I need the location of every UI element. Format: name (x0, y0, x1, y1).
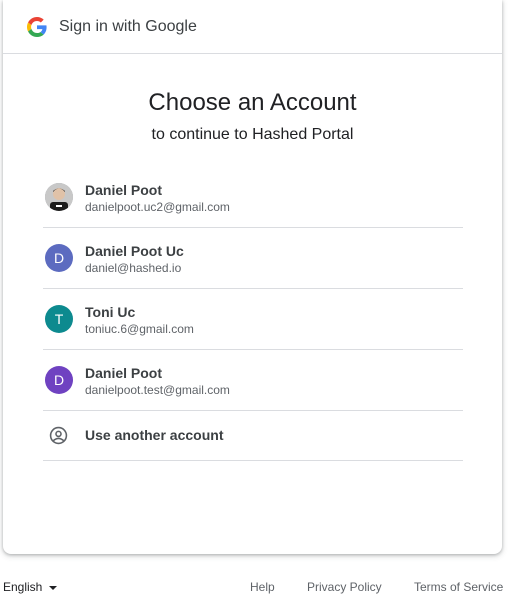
privacy-policy-link[interactable]: Privacy Policy (307, 580, 382, 594)
account-name: Daniel Poot Uc (85, 243, 184, 259)
profile-photo-icon (45, 183, 73, 211)
account-list: Daniel Poot danielpoot.uc2@gmail.com D D… (43, 167, 463, 461)
account-email: toniuc.6@gmail.com (85, 322, 194, 336)
header-title: Sign in with Google (59, 18, 197, 35)
header: Sign in with Google (3, 0, 502, 54)
footer: English Help Privacy Policy Terms of Ser… (0, 578, 511, 598)
page-title: Choose an Account (148, 89, 357, 116)
chevron-down-icon[interactable] (49, 586, 57, 590)
use-another-account-button[interactable]: Use another account (43, 411, 463, 461)
account-email: danielpoot.uc2@gmail.com (85, 200, 230, 214)
account-name: Daniel Poot (85, 182, 163, 198)
account-row[interactable]: D Daniel Poot danielpoot.test@gmail.com (43, 350, 463, 411)
use-another-account-label: Use another account (85, 427, 224, 443)
account-circle-icon (49, 426, 68, 445)
account-row[interactable]: D Daniel Poot Uc daniel@hashed.io (43, 228, 463, 289)
avatar: T (45, 305, 73, 333)
account-row[interactable]: Daniel Poot danielpoot.uc2@gmail.com (43, 167, 463, 228)
account-row[interactable]: T Toni Uc toniuc.6@gmail.com (43, 289, 463, 350)
account-email: daniel@hashed.io (85, 261, 182, 275)
account-name: Toni Uc (85, 304, 136, 320)
avatar (45, 183, 73, 211)
language-selector[interactable]: English (3, 580, 42, 594)
terms-of-service-link[interactable]: Terms of Service (414, 580, 503, 594)
account-chooser-card: Sign in with Google Choose an Account to… (3, 0, 502, 554)
account-email: danielpoot.test@gmail.com (85, 383, 230, 397)
help-link[interactable]: Help (250, 580, 275, 594)
google-g-icon (27, 17, 47, 37)
account-name: Daniel Poot (85, 365, 163, 381)
avatar: D (45, 366, 73, 394)
avatar: D (45, 244, 73, 272)
page-subtitle: to continue to Hashed Portal (151, 126, 354, 143)
